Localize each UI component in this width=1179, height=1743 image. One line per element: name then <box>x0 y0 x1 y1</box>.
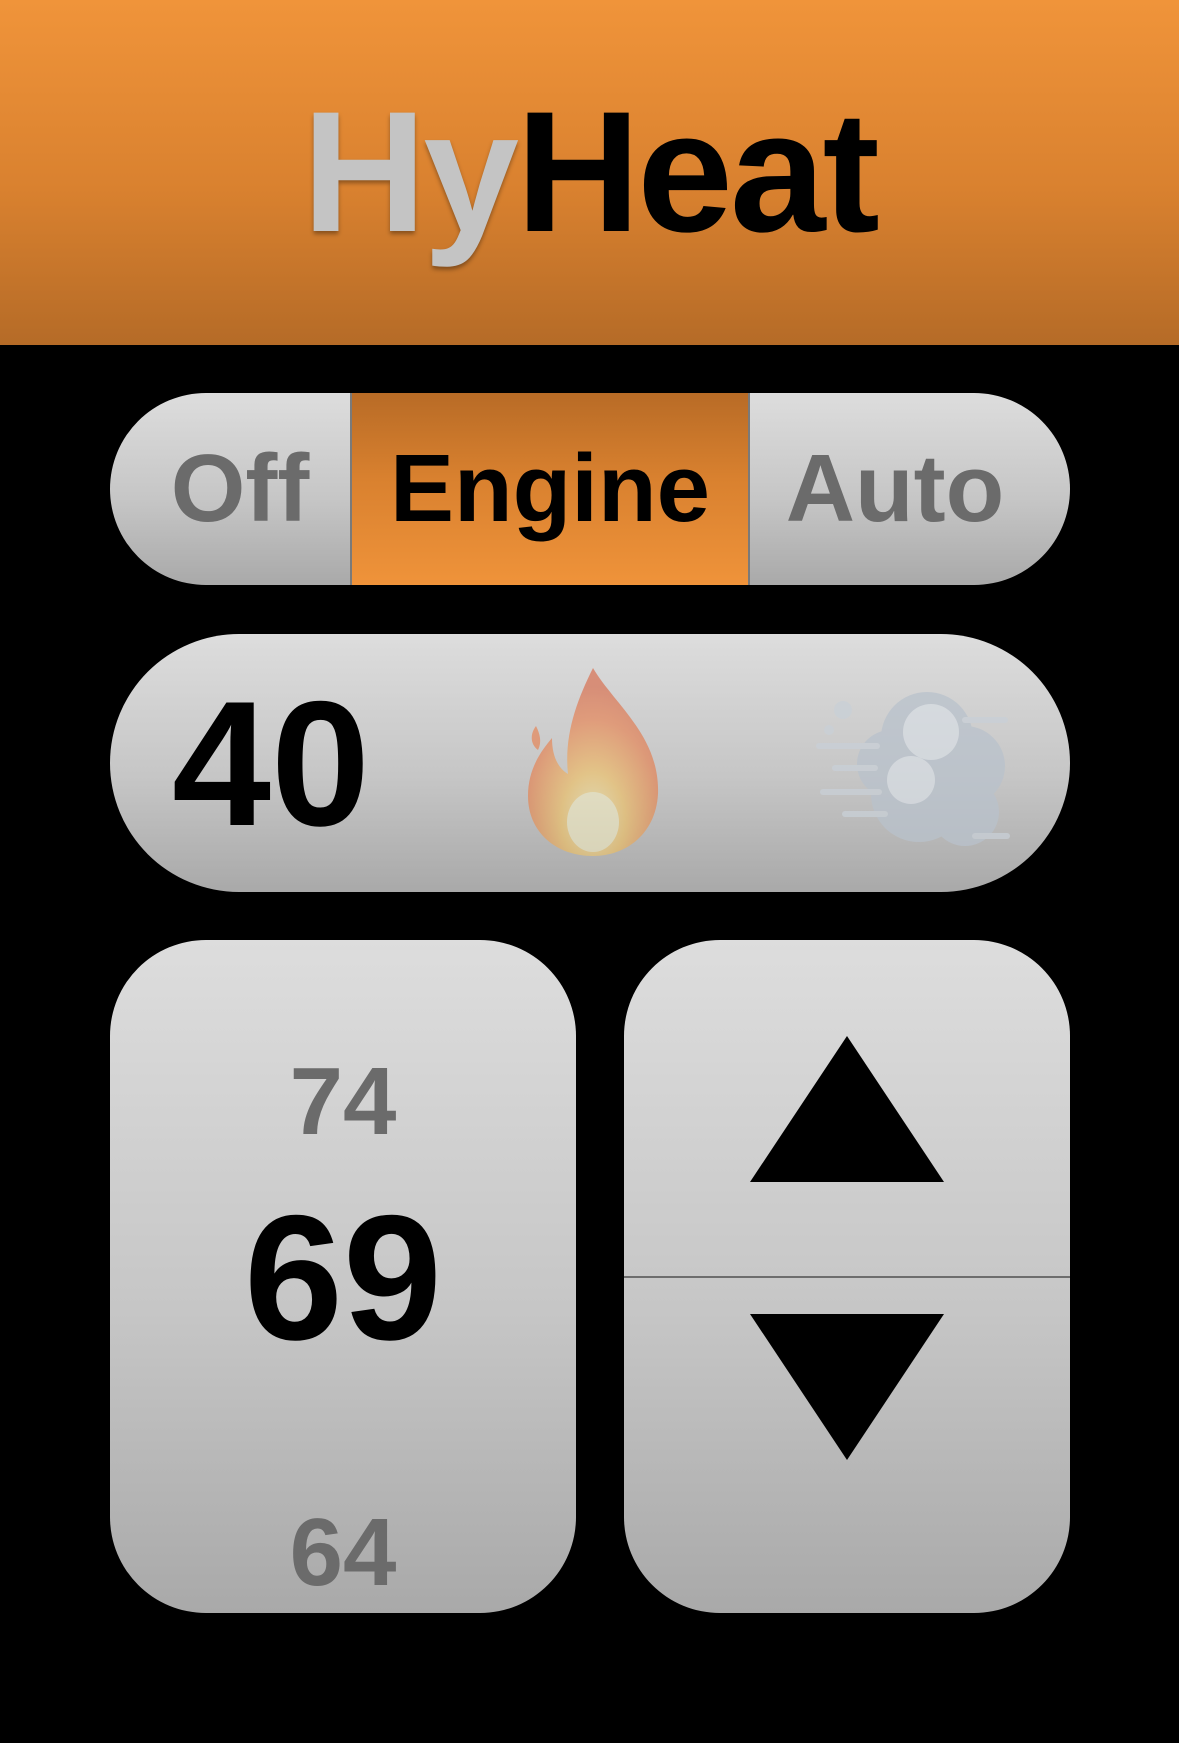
app-title-hy: Hy <box>302 76 519 268</box>
mode-auto-button[interactable]: Auto <box>750 393 1070 585</box>
app-title-heat: Heat <box>516 76 880 268</box>
mode-engine-button[interactable]: Engine <box>350 393 750 585</box>
setpoint-upper: 74 <box>289 1048 397 1155</box>
wind-icon <box>816 692 1010 846</box>
setpoint-current: 69 <box>244 1178 442 1377</box>
status-panel: 40 <box>110 634 1070 892</box>
increase-button[interactable] <box>624 940 1070 1276</box>
triangle-down-icon <box>750 1314 944 1460</box>
mode-selector: Off Engine Auto <box>110 393 1070 585</box>
setpoint-wheel[interactable]: 74 69 64 <box>110 940 576 1613</box>
app-header: HyHeat <box>0 0 1179 345</box>
mode-off-button[interactable]: Off <box>110 393 350 585</box>
status-value: 40 <box>172 664 370 863</box>
app-title: HyHeat <box>0 82 1179 262</box>
temperature-stepper <box>624 940 1070 1613</box>
setpoint-lower: 64 <box>289 1499 397 1606</box>
flame-icon <box>528 668 659 856</box>
decrease-button[interactable] <box>624 1278 1070 1613</box>
triangle-up-icon <box>750 1036 944 1182</box>
